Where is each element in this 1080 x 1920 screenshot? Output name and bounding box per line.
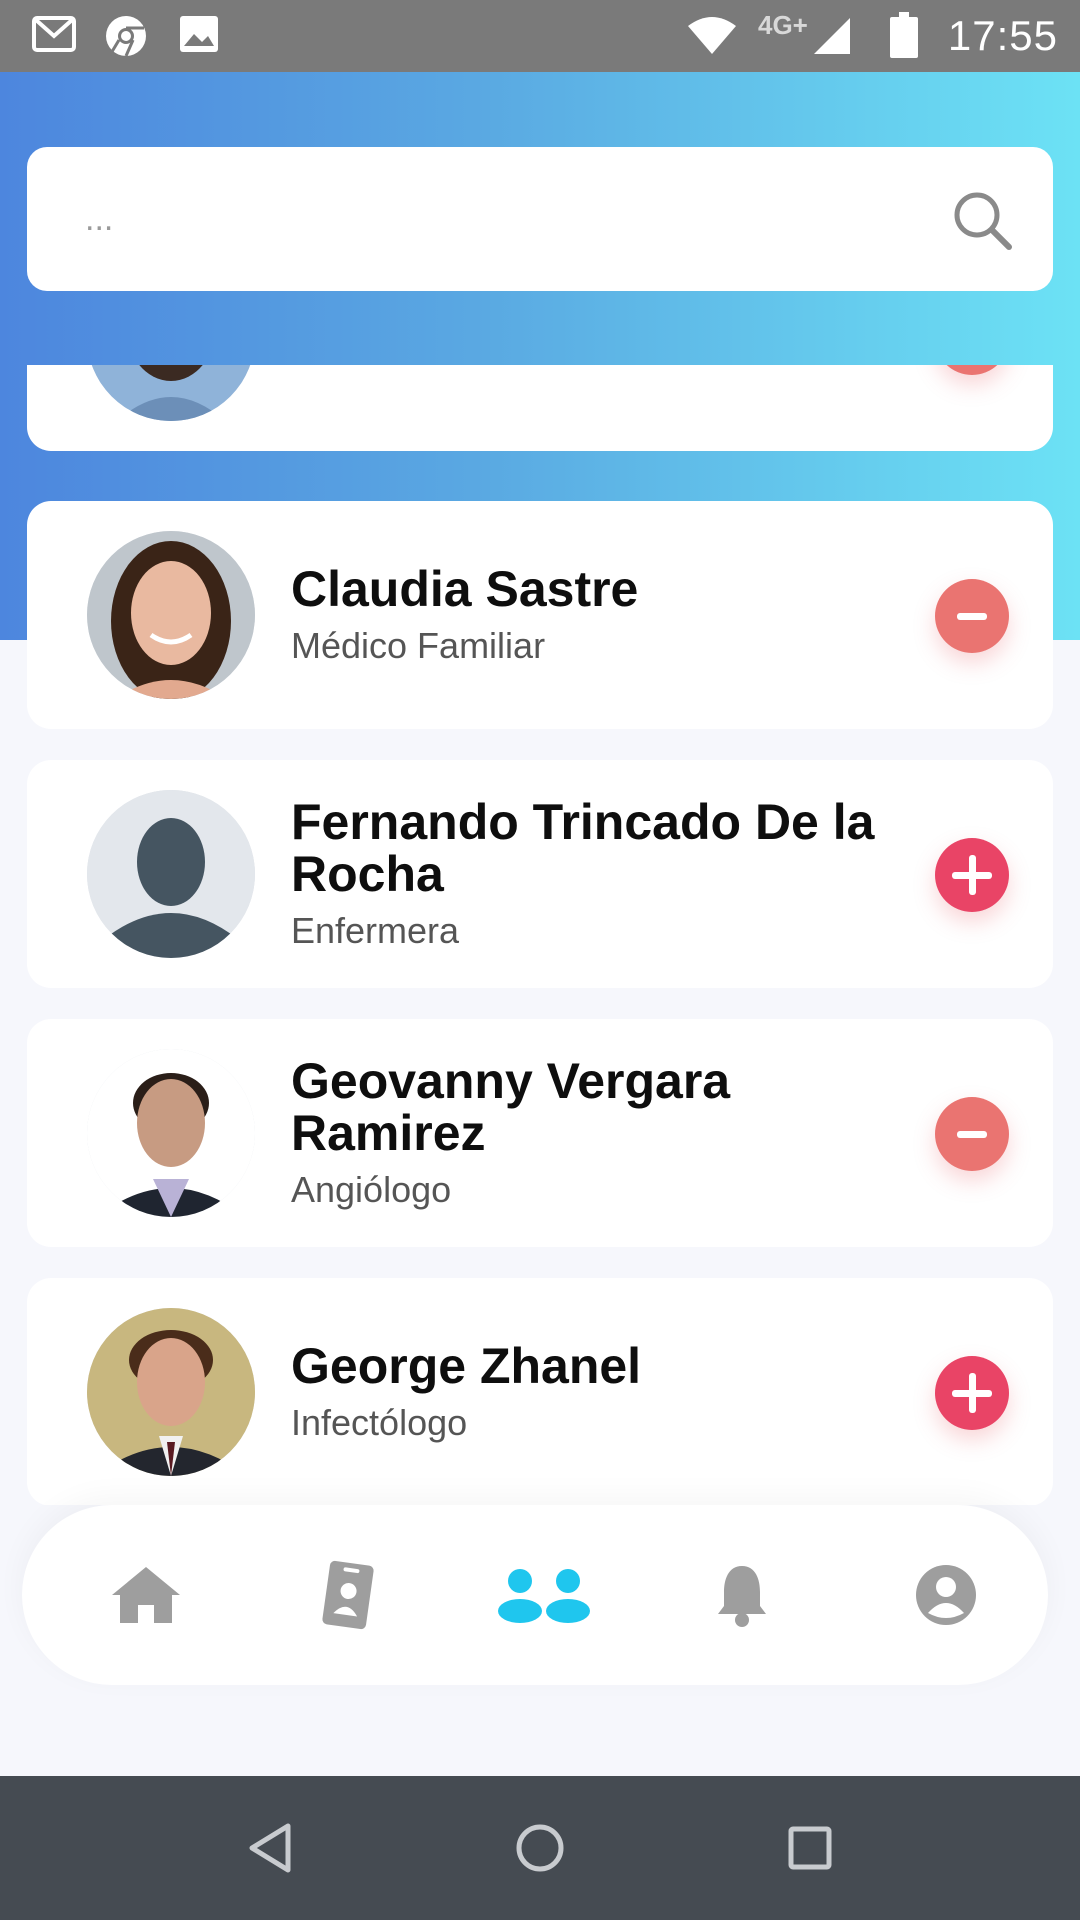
avatar (87, 790, 255, 958)
nav-home[interactable] (104, 1553, 188, 1637)
add-contact-button[interactable] (935, 838, 1009, 912)
minus-icon (957, 612, 987, 620)
contact-role: Infectólogo (291, 1402, 468, 1443)
remove-contact-button[interactable] (935, 579, 1009, 653)
clock: 17:55 (947, 12, 1058, 59)
avatar (87, 1308, 255, 1476)
contact-card[interactable]: Fernando Trincado De la Rocha Enfermera (27, 760, 1053, 988)
search-bar (27, 147, 1053, 291)
remove-contact-button[interactable] (935, 1097, 1009, 1171)
contact-card[interactable]: Geovanny Vergara Ramirez Angiólogo (27, 1019, 1053, 1247)
id-card-icon (322, 1560, 374, 1630)
recents-button[interactable] (778, 1816, 842, 1880)
nav-notifications[interactable] (700, 1553, 784, 1637)
profile-icon (916, 1565, 976, 1625)
nav-id-card[interactable] (306, 1553, 390, 1637)
contacts-icon (498, 1569, 590, 1623)
avatar (87, 365, 255, 421)
contact-card[interactable]: Médico Familiar (27, 365, 1053, 451)
square-recents-icon (788, 1826, 832, 1870)
bell-icon (718, 1566, 766, 1627)
battery-icon (890, 12, 918, 63)
contact-name: Fernando Trincado De la Rocha (291, 794, 875, 902)
contact-info: George Zhanel Infectólogo (291, 1278, 923, 1505)
search-input[interactable] (85, 187, 905, 251)
contact-name: Claudia Sastre (291, 561, 639, 617)
signal-icon (812, 16, 852, 61)
gallery-icon (178, 14, 220, 59)
contact-info: Fernando Trincado De la Rocha Enfermera (291, 760, 923, 988)
bottom-navigation (22, 1505, 1048, 1685)
search-icon[interactable] (951, 189, 1015, 253)
system-navigation-bar (0, 1776, 1080, 1920)
add-contact-button[interactable] (935, 1356, 1009, 1430)
chrome-icon (104, 14, 148, 63)
nav-profile[interactable] (904, 1553, 988, 1637)
contact-list: Médico Familiar Claudia Sastre Médico Fa… (0, 365, 1080, 1505)
status-bar: 4G+ 17:55 (0, 0, 1080, 72)
contact-role: Angiólogo (291, 1169, 452, 1210)
avatar (87, 531, 255, 699)
contact-info: Claudia Sastre Médico Familiar (291, 501, 923, 729)
circle-home-icon (516, 1824, 564, 1872)
contact-card[interactable]: George Zhanel Infectólogo (27, 1278, 1053, 1505)
home-icon (112, 1567, 180, 1623)
contact-name: Geovanny Vergara Ramirez (291, 1053, 731, 1161)
contact-card[interactable]: Claudia Sastre Médico Familiar (27, 501, 1053, 729)
avatar (87, 1049, 255, 1217)
nav-contacts[interactable] (492, 1553, 596, 1637)
contact-info: Geovanny Vergara Ramirez Angiólogo (291, 1019, 923, 1247)
remove-contact-button[interactable] (935, 365, 1009, 375)
minus-icon (957, 1130, 987, 1138)
gmail-icon (32, 14, 76, 59)
wifi-icon (686, 14, 738, 61)
network-type: 4G+ (758, 10, 808, 40)
contact-info: Médico Familiar (291, 365, 923, 451)
back-button[interactable] (238, 1816, 302, 1880)
contact-role: Enfermera (291, 910, 460, 951)
contact-name: George Zhanel (291, 1338, 642, 1394)
contact-role: Médico Familiar (291, 625, 546, 666)
home-system-button[interactable] (508, 1816, 572, 1880)
back-icon (249, 1823, 291, 1873)
